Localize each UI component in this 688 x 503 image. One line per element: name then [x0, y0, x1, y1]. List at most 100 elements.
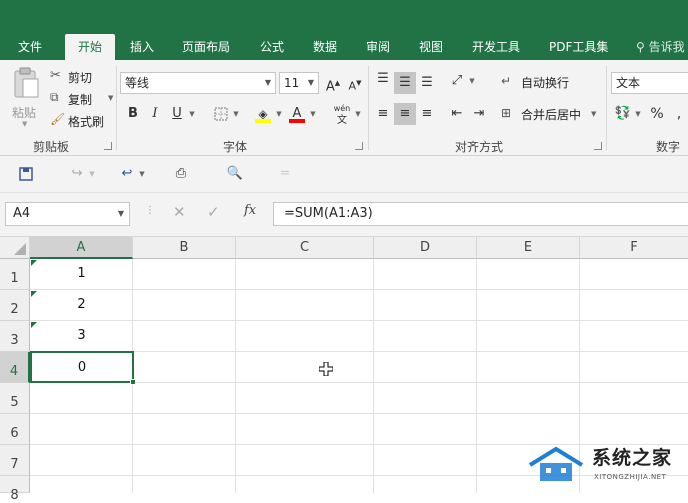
- watermark-url: XITONGZHIJIA.NET: [594, 473, 667, 481]
- confirm-entry-icon[interactable]: ✓: [207, 203, 220, 221]
- bold-button[interactable]: B: [122, 103, 144, 125]
- clipboard-icon: [14, 67, 39, 98]
- cell-a3[interactable]: 3: [30, 328, 133, 343]
- format-painter-button[interactable]: 🖌 格式刷: [50, 112, 112, 130]
- row-header-1[interactable]: 1: [0, 259, 30, 290]
- decrease-indent-icon[interactable]: ⇤: [446, 103, 468, 125]
- undo-dropdown-icon[interactable]: ▼: [136, 163, 148, 185]
- tab-formulas[interactable]: 公式: [260, 34, 284, 60]
- resize-handle-icon[interactable]: ⋮: [145, 205, 155, 216]
- alignment-launcher-icon[interactable]: [594, 142, 602, 150]
- column-header-b[interactable]: B: [133, 237, 236, 259]
- clipboard-launcher-icon[interactable]: [104, 142, 112, 150]
- number-format-select[interactable]: 文本: [611, 72, 688, 94]
- tab-review[interactable]: 审阅: [366, 34, 390, 60]
- customize-qat-icon[interactable]: =: [274, 163, 296, 185]
- lightbulb-icon: ⚲: [636, 40, 645, 54]
- print-preview-icon[interactable]: ⎙: [170, 163, 192, 185]
- fill-color-dropdown-icon[interactable]: ▼: [273, 103, 285, 125]
- font-name-select[interactable]: 等线 ▼: [120, 72, 276, 94]
- spreadsheet-grid: A B C D E F 1 2 3 4 5 6 7 8 1 2 3 0 系统之家: [0, 237, 688, 503]
- chevron-down-icon: ▼: [264, 78, 271, 87]
- column-header-a[interactable]: A: [30, 237, 133, 259]
- formula-input[interactable]: =SUM(A1:A3): [273, 202, 688, 226]
- wrap-text-button[interactable]: ↵ 自动换行: [501, 74, 581, 92]
- increase-indent-icon[interactable]: ⇥: [468, 103, 490, 125]
- font-color-dropdown-icon[interactable]: ▼: [307, 103, 319, 125]
- tab-data[interactable]: 数据: [313, 34, 337, 60]
- percent-style-button[interactable]: %: [646, 103, 668, 125]
- paste-button[interactable]: 粘贴 ▼: [12, 66, 42, 136]
- error-indicator-icon[interactable]: [31, 291, 37, 297]
- watermark-logo: 系统之家 XITONGZHIJIA.NET: [526, 441, 686, 491]
- tab-pdf-tools[interactable]: PDF工具集: [549, 34, 608, 60]
- column-header-c[interactable]: C: [236, 237, 374, 259]
- error-indicator-icon[interactable]: [31, 260, 37, 266]
- tab-insert[interactable]: 插入: [130, 34, 154, 60]
- comma-style-button[interactable]: ,: [668, 103, 688, 125]
- row-header-5[interactable]: 5: [0, 383, 30, 414]
- borders-dropdown-icon[interactable]: ▼: [230, 103, 242, 125]
- font-size-select[interactable]: 11 ▼: [279, 72, 319, 94]
- redo-dropdown-icon[interactable]: ▼: [86, 163, 98, 185]
- decrease-font-size-icon[interactable]: A▼: [344, 72, 366, 94]
- redo-icon[interactable]: ↪: [66, 163, 88, 185]
- accounting-format-icon[interactable]: 💱: [612, 103, 634, 125]
- chevron-down-icon: ▼: [117, 209, 124, 218]
- row-header-3[interactable]: 3: [0, 321, 30, 352]
- group-divider: [116, 66, 117, 150]
- error-indicator-icon[interactable]: [31, 322, 37, 328]
- tab-home[interactable]: 开始: [65, 34, 115, 60]
- tab-developer[interactable]: 开发工具: [472, 34, 520, 60]
- paintbrush-icon: 🖌: [50, 112, 66, 126]
- cell-a4: 0: [77, 360, 87, 375]
- accounting-dropdown-icon[interactable]: ▼: [632, 103, 644, 125]
- cell-a1[interactable]: 1: [30, 266, 133, 281]
- save-icon[interactable]: [15, 163, 37, 185]
- print-preview-zoom-icon[interactable]: 🔍: [224, 163, 246, 185]
- underline-button[interactable]: U: [166, 103, 188, 125]
- fill-handle[interactable]: [130, 379, 136, 385]
- align-top-icon[interactable]: ☰: [372, 68, 394, 90]
- merge-center-button[interactable]: ⊞ 合并后居中 ▼: [501, 106, 601, 124]
- row-header-8[interactable]: 8: [0, 476, 30, 503]
- insert-function-icon[interactable]: fx: [244, 203, 256, 218]
- select-all-corner[interactable]: [0, 237, 30, 259]
- row-header-4[interactable]: 4: [0, 352, 30, 383]
- underline-dropdown-icon[interactable]: ▼: [186, 103, 198, 125]
- row-header-7[interactable]: 7: [0, 445, 30, 476]
- tab-file[interactable]: 文件: [18, 34, 42, 60]
- phonetic-guide-icon[interactable]: wén 文: [330, 103, 354, 126]
- copy-button[interactable]: ⧉ 复制 ▼: [50, 90, 118, 108]
- tab-page-layout[interactable]: 页面布局: [182, 34, 230, 60]
- font-color-icon[interactable]: A: [286, 103, 308, 125]
- undo-icon[interactable]: ↩: [116, 163, 138, 185]
- increase-font-size-icon[interactable]: A▲: [322, 72, 344, 94]
- cut-button[interactable]: ✂ 剪切: [50, 68, 110, 86]
- align-middle-icon[interactable]: ☰: [394, 72, 416, 94]
- group-divider: [368, 66, 369, 150]
- italic-button[interactable]: I: [144, 103, 166, 125]
- align-right-icon[interactable]: ≡: [416, 103, 438, 125]
- cell-a2[interactable]: 2: [30, 297, 133, 312]
- column-header-f[interactable]: F: [580, 237, 688, 259]
- font-launcher-icon[interactable]: [355, 142, 363, 150]
- orientation-dropdown-icon[interactable]: ▼: [466, 70, 478, 92]
- cell-cursor-icon: [318, 361, 334, 379]
- column-header-d[interactable]: D: [374, 237, 477, 259]
- orientation-icon[interactable]: ⤢: [446, 70, 468, 92]
- borders-icon[interactable]: [210, 103, 232, 125]
- align-center-icon[interactable]: ≡: [394, 103, 416, 125]
- align-left-icon[interactable]: ≡: [372, 103, 394, 125]
- name-box[interactable]: A4 ▼: [5, 202, 130, 226]
- align-bottom-icon[interactable]: ☰: [416, 72, 438, 94]
- row-header-2[interactable]: 2: [0, 290, 30, 321]
- column-header-e[interactable]: E: [477, 237, 580, 259]
- tab-view[interactable]: 视图: [419, 34, 443, 60]
- fill-color-icon[interactable]: ◈: [252, 103, 274, 125]
- row-header-6[interactable]: 6: [0, 414, 30, 445]
- tell-me-search[interactable]: ⚲ 告诉我: [636, 34, 685, 60]
- cancel-entry-icon[interactable]: ✕: [173, 203, 186, 221]
- active-cell-a4[interactable]: 0: [30, 351, 136, 385]
- phonetic-dropdown-icon[interactable]: ▼: [352, 103, 364, 125]
